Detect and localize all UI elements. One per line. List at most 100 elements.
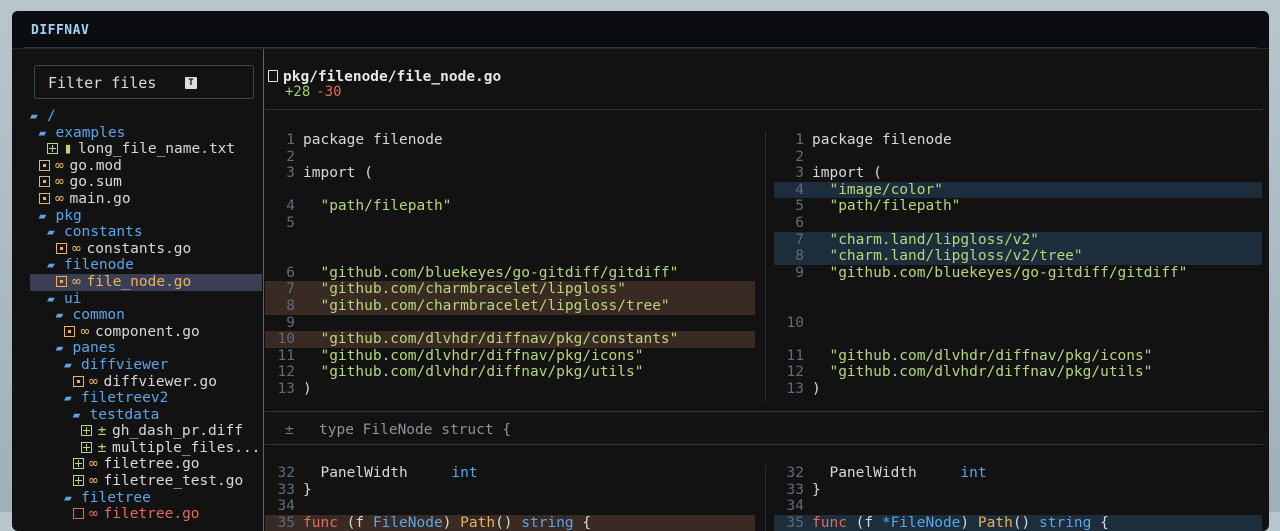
line-number: 3 (795, 165, 804, 182)
tree-item-label: go.sum (69, 174, 122, 191)
line-number: 9 (795, 264, 804, 281)
line-number: 13 (277, 380, 295, 397)
tree-item-label: filetreev2 (81, 390, 169, 407)
tree-file[interactable]: ∞ component.go (30, 324, 262, 341)
code-text: import ( (812, 165, 882, 182)
tree-file[interactable]: ± multiple_files... (30, 440, 262, 457)
folder-icon: ▰ (72, 407, 81, 423)
modified-status-icon (38, 159, 50, 171)
tree-file[interactable]: ∞ file_node.go (30, 273, 262, 291)
tree-file[interactable]: ∞ diffviewer.go (30, 374, 262, 391)
added-status-icon (72, 475, 84, 487)
code-line: 1 package filenode (774, 132, 1262, 149)
expand-hunk-icon[interactable]: ± (285, 422, 297, 438)
tree-folder[interactable]: ▰ / (30, 108, 262, 125)
header-divider (265, 109, 1263, 110)
line-number: 6 (286, 264, 295, 281)
tree-file[interactable]: ∞ filetree.go (30, 456, 262, 473)
app-window: DIFFNAV Filter files T ▰ / ▰ examples ▮ long_… (12, 11, 1269, 531)
go-file-icon: ∞ (55, 174, 64, 191)
hunk2-right-pane: 32 PanelWidth int 33} 34 35 func (f *FileNod… (774, 465, 1262, 531)
code-text: "github.com/bluekeyes/go-gitdiff/gitdiff… (829, 264, 1188, 281)
code-text: "charm.land/lipgloss/v2" (829, 231, 1039, 248)
tree-folder[interactable]: ▰ examples (30, 125, 262, 142)
folder-icon: ▰ (30, 109, 38, 124)
tree-folder[interactable]: ▰ testdata (30, 407, 262, 424)
hunk-divider-2 (265, 444, 1263, 445)
file-tree: ▰ / ▰ examples ▮ long_file_name.txt ∞ go.mod ∞ go… (30, 108, 262, 523)
filter-files-input[interactable]: Filter files T (34, 65, 254, 99)
additions-count: +28 (285, 84, 311, 100)
tree-file[interactable]: ∞ go.sum (30, 174, 262, 191)
code-line: 12 "github.com/dlvhdr/diffnav/pkg/utils" (774, 364, 1262, 381)
code-text: "github.com/dlvhdr/diffnav/pkg/icons" (829, 347, 1153, 364)
added-status-icon (81, 425, 92, 437)
diff-stats: +28 -30 (285, 84, 342, 100)
code-line: 9 (265, 315, 755, 332)
line-number: 8 (286, 297, 295, 314)
file-header: pkg/filenode/file_node.go (268, 69, 501, 85)
tree-folder[interactable]: ▰ panes (30, 340, 262, 357)
code-line: 32 PanelWidth int (774, 465, 1262, 482)
tree-folder[interactable]: ▰ filetree (30, 490, 262, 507)
line-number: 5 (795, 198, 804, 215)
code-text: "github.com/charmbracelet/lipgloss" (320, 281, 627, 298)
hunk2-left-pane: 32 PanelWidth int 33} 34 35 func (f FileNode… (265, 465, 755, 531)
tree-folder[interactable]: ▰ filenode (30, 257, 262, 274)
tree-item-label: panes (72, 340, 117, 357)
code-line: 32 PanelWidth int (265, 465, 755, 482)
line-number: 35 (277, 514, 295, 531)
code-text: func (f FileNode) Path() string { (303, 514, 592, 531)
tree-file[interactable]: ∞ filetree_test.go (30, 473, 262, 490)
deleted-line: 10 "github.com/dlvhdr/diffnav/pkg/consta… (265, 331, 755, 348)
line-number: 2 (286, 148, 295, 165)
line-number: 4 (286, 198, 295, 215)
tree-item-label: ui (64, 290, 82, 307)
hunk1-right-pane: 1 package filenode 2 3 import (4 "image/colo… (774, 132, 1262, 398)
code-text: ) (812, 380, 821, 397)
line-number: 12 (786, 364, 804, 381)
code-line: 6 (774, 215, 1262, 232)
tree-file[interactable]: ∞ go.mod (30, 158, 262, 175)
tree-folder[interactable]: ▰ ui (30, 291, 262, 308)
code-line: 1 package filenode (265, 132, 755, 149)
line-number: 7 (286, 281, 295, 298)
code-text: PanelWidth int (303, 465, 478, 481)
tree-item-label: constants (64, 224, 143, 241)
line-number: 3 (286, 165, 295, 182)
filter-placeholder: Filter files (48, 74, 157, 92)
title-bar: DIFFNAV (12, 11, 1269, 49)
tree-folder[interactable]: ▰ pkg (30, 208, 262, 225)
code-line: 33} (774, 482, 1262, 499)
tree-file[interactable]: ▮ long_file_name.txt (30, 141, 262, 158)
tree-item-label: gh_dash_pr.diff (112, 423, 243, 440)
line-number: 7 (795, 231, 804, 248)
tree-folder[interactable]: ▰ filetreev2 (30, 390, 262, 407)
tree-item-label: common (72, 307, 125, 324)
tree-file[interactable]: ∞ filetree.go (30, 506, 262, 523)
code-line: 2 (265, 149, 755, 166)
code-text: "path/filepath" (829, 198, 961, 215)
go-file-icon: ∞ (55, 157, 64, 174)
tree-item-label: / (47, 108, 56, 124)
tree-folder[interactable]: ▰ constants (30, 224, 262, 241)
tree-folder[interactable]: ▰ common (30, 307, 262, 324)
line-number: 11 (277, 347, 295, 364)
tree-folder[interactable]: ▰ diffviewer (30, 357, 262, 374)
go-file-icon: ∞ (89, 373, 98, 390)
tree-file[interactable]: ∞ main.go (30, 191, 262, 208)
tree-file[interactable]: ∞ constants.go (30, 241, 262, 258)
modified-status-icon (38, 176, 50, 188)
line-number: 1 (795, 132, 804, 148)
line-number: 32 (277, 465, 295, 481)
code-text: import ( (303, 165, 373, 182)
folder-icon: ▰ (38, 125, 47, 141)
tree-file[interactable]: ± gh_dash_pr.diff (30, 423, 262, 440)
title-divider (24, 47, 1257, 48)
folder-icon: ▰ (47, 225, 55, 241)
modified-status-icon (55, 242, 67, 254)
hunk-header[interactable]: ± type FileNode struct { (285, 422, 511, 438)
folder-icon: ▰ (64, 391, 72, 407)
modified-status-icon (64, 325, 75, 337)
